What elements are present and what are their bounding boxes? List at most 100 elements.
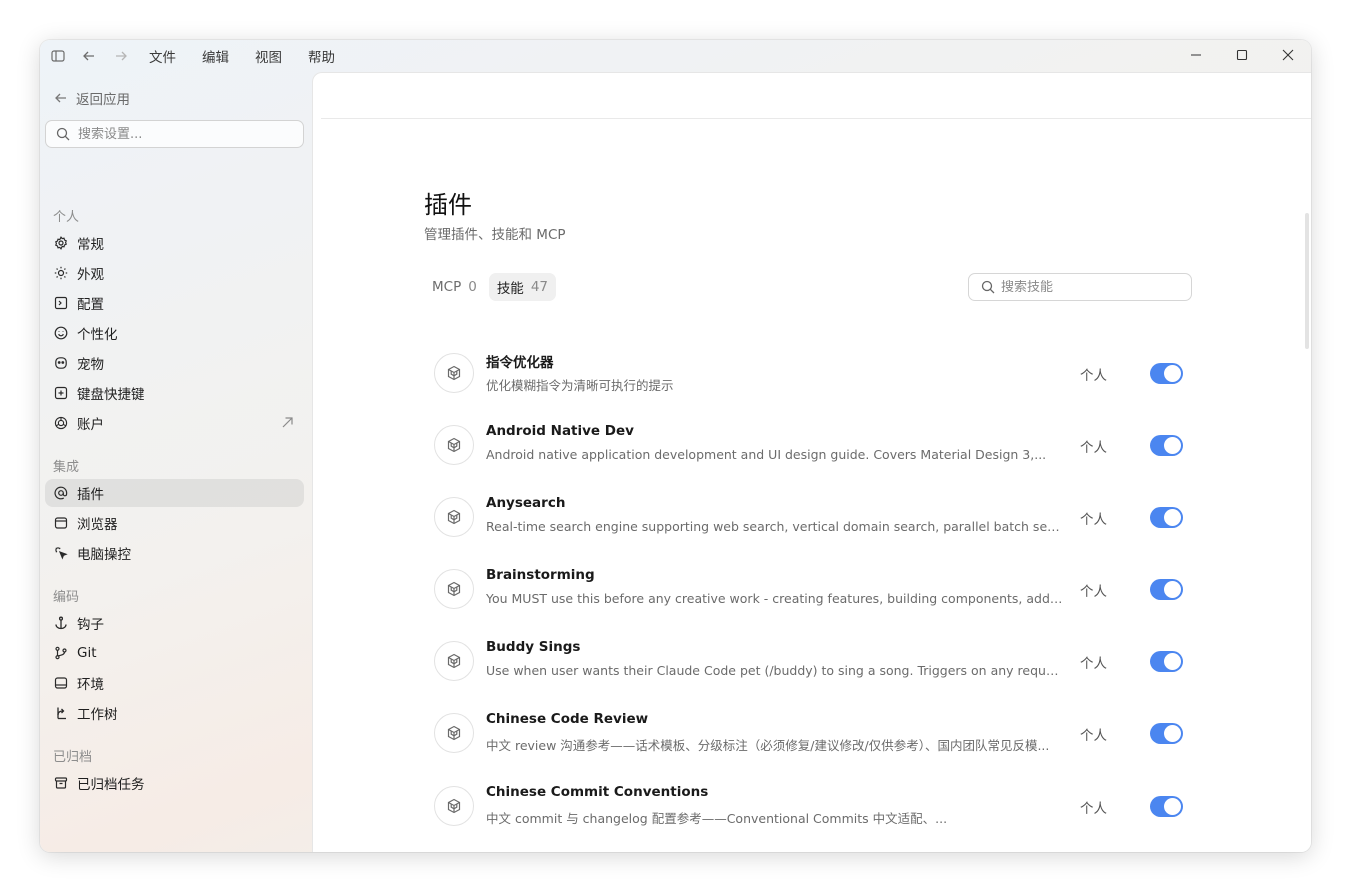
tab-label: 技能: [496, 281, 524, 297]
skill-description: Real-time search engine supporting web s…: [486, 519, 1064, 534]
settings-search-input[interactable]: [78, 126, 278, 142]
skill-name: Chinese Code Review: [486, 711, 649, 727]
sidebar-item-appearance[interactable]: 外观: [45, 259, 304, 287]
menu-file[interactable]: 文件: [149, 46, 176, 66]
section-personal: 个人: [53, 210, 80, 225]
skill-search[interactable]: [968, 273, 1192, 301]
back-arrow-icon[interactable]: [78, 45, 100, 67]
cube-icon: [434, 786, 474, 826]
settings-search[interactable]: [45, 120, 304, 148]
skill-enable-toggle[interactable]: [1150, 435, 1183, 456]
sidebar-item-config[interactable]: 配置: [45, 289, 304, 317]
sidebar-item-label: Git: [77, 645, 97, 661]
list-item[interactable]: 指令优化器 优化模糊指令为清晰可执行的提示 个人: [434, 353, 1194, 425]
title-bar: 文件 编辑 视图 帮助: [40, 40, 1311, 72]
list-item[interactable]: Buddy Sings Use when user wants their Cl…: [434, 639, 1194, 713]
external-link-icon: [282, 417, 293, 428]
openai-logo-icon: [54, 416, 68, 430]
menu-view[interactable]: 视图: [255, 46, 282, 66]
minimize-icon[interactable]: [1173, 40, 1219, 70]
tab-skills[interactable]: 技能 47: [488, 273, 556, 301]
skill-enable-toggle[interactable]: [1150, 651, 1183, 672]
section-archived: 已归档: [53, 750, 93, 765]
sidebar-item-browser[interactable]: 浏览器: [45, 509, 304, 537]
maximize-icon[interactable]: [1219, 40, 1265, 70]
sidebar-item-worktree[interactable]: 工作树: [45, 699, 304, 727]
terminal-icon: [54, 677, 68, 689]
skill-scope: 个人: [1080, 656, 1107, 672]
skill-name: Anysearch: [486, 495, 566, 511]
skill-scope: 个人: [1080, 512, 1107, 528]
list-item[interactable]: Chinese Commit Conventions 中文 commit 与 c…: [434, 784, 1194, 852]
skill-enable-toggle[interactable]: [1150, 579, 1183, 600]
pet-icon: [55, 357, 67, 369]
app-window: 文件 编辑 视图 帮助 返回应用 个人 常规: [40, 40, 1311, 852]
sidebar-item-label: 环境: [77, 677, 104, 693]
skill-scope: 个人: [1080, 368, 1107, 384]
skill-scope: 个人: [1080, 801, 1107, 817]
sidebar-item-label: 浏览器: [77, 517, 118, 533]
skill-scope: 个人: [1080, 584, 1107, 600]
search-icon: [981, 280, 995, 294]
sidebar-item-label: 配置: [77, 297, 104, 313]
tab-count: 47: [530, 279, 548, 295]
section-integration: 集成: [53, 460, 80, 475]
archive-icon: [54, 777, 68, 789]
skill-enable-toggle[interactable]: [1150, 796, 1183, 817]
back-to-app-link[interactable]: 返回应用: [54, 88, 130, 108]
cube-icon: [434, 641, 474, 681]
sidebar-item-personalization[interactable]: 个性化: [45, 319, 304, 347]
sidebar-item-label: 钩子: [77, 617, 104, 633]
sidebar-toggle-icon[interactable]: [47, 45, 69, 67]
cube-icon: [434, 497, 474, 537]
search-icon: [56, 127, 70, 141]
list-item[interactable]: Brainstorming You MUST use this before a…: [434, 567, 1194, 641]
skill-enable-toggle[interactable]: [1150, 507, 1183, 528]
sidebar-item-plugins[interactable]: 插件: [45, 479, 304, 507]
sidebar-item-hooks[interactable]: 钩子: [45, 609, 304, 637]
forward-arrow-icon[interactable]: [110, 45, 132, 67]
skill-scope: 个人: [1080, 728, 1107, 744]
sidebar-item-label: 宠物: [77, 357, 104, 373]
sun-icon: [54, 266, 68, 280]
skill-description: 中文 commit 与 changelog 配置参考——Conventional…: [486, 811, 948, 826]
sidebar-item-environment[interactable]: 环境: [45, 669, 304, 697]
skill-description: 中文 review 沟通参考——话术模板、分级标注（必须修复/建议修改/仅供参考…: [486, 738, 1050, 753]
sidebar-item-pet[interactable]: 宠物: [45, 349, 304, 377]
menu-help[interactable]: 帮助: [308, 46, 335, 66]
sidebar-item-general[interactable]: 常规: [45, 229, 304, 257]
header-divider: [321, 118, 1311, 119]
sidebar-item-account[interactable]: 账户: [45, 409, 304, 437]
page-subtitle: 管理插件、技能和 MCP: [424, 227, 566, 243]
browser-icon: [54, 517, 68, 529]
page-title: 插件: [424, 191, 472, 219]
sidebar-item-label: 账户: [77, 417, 104, 433]
tab-mcp[interactable]: MCP 0: [424, 273, 485, 301]
anchor-icon: [55, 616, 67, 630]
skill-list: 指令优化器 优化模糊指令为清晰可执行的提示 个人 Android Native …: [434, 353, 1194, 852]
skill-description: Android native application development a…: [486, 447, 1047, 462]
worktree-icon: [57, 707, 66, 720]
sidebar-item-label: 外观: [77, 267, 104, 283]
skill-enable-toggle[interactable]: [1150, 723, 1183, 744]
section-coding: 编码: [53, 590, 80, 605]
scrollbar[interactable]: [1305, 213, 1309, 349]
config-icon: [54, 296, 68, 310]
skill-search-input[interactable]: [1001, 279, 1181, 295]
sidebar-item-label: 已归档任务: [77, 777, 145, 793]
sidebar-item-computer-control[interactable]: 电脑操控: [45, 539, 304, 567]
list-item[interactable]: Android Native Dev Android native applic…: [434, 423, 1194, 497]
skill-name: 指令优化器: [486, 355, 554, 371]
tab-count: 0: [468, 279, 477, 295]
sidebar-item-shortcuts[interactable]: 键盘快捷键: [45, 379, 304, 407]
menu-edit[interactable]: 编辑: [202, 46, 229, 66]
cube-icon: [434, 713, 474, 753]
sidebar-item-git[interactable]: Git: [45, 639, 304, 667]
list-item[interactable]: Anysearch Real-time search engine suppor…: [434, 495, 1194, 569]
keyboard-shortcut-icon: [54, 386, 68, 400]
sidebar-item-archived-tasks[interactable]: 已归档任务: [45, 769, 304, 797]
skill-name: Buddy Sings: [486, 639, 581, 655]
list-item[interactable]: Chinese Code Review 中文 review 沟通参考——话术模板…: [434, 711, 1194, 785]
close-icon[interactable]: [1265, 40, 1311, 70]
skill-enable-toggle[interactable]: [1150, 363, 1183, 384]
